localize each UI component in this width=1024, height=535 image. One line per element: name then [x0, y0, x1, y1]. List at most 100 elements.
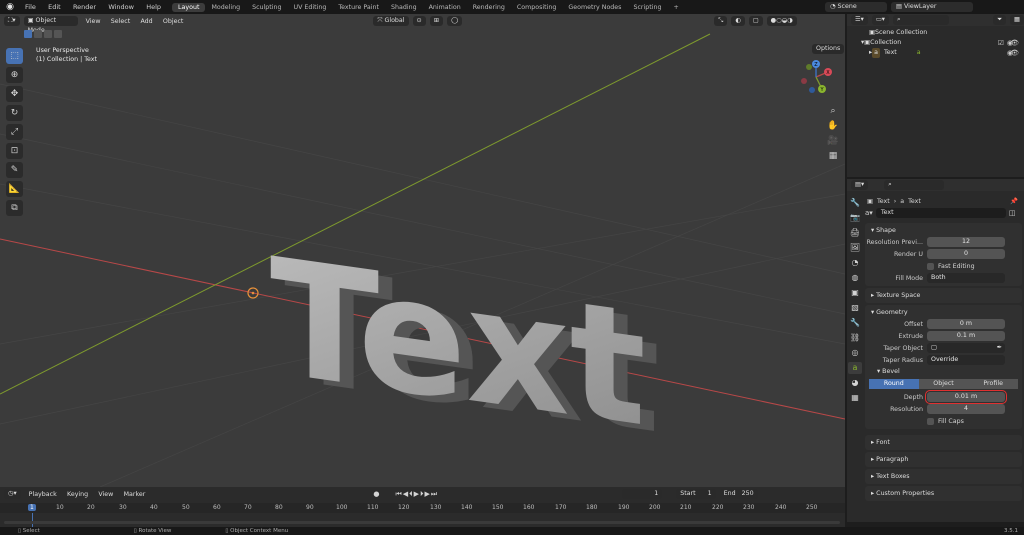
bevel-resolution-field[interactable]: 4 — [927, 404, 1005, 414]
visibility-eye-icon[interactable]: 👁 — [1010, 48, 1019, 58]
collection-tab-icon[interactable]: ▣ — [848, 287, 862, 299]
menu-help[interactable]: Help — [141, 3, 166, 11]
add-cube-icon[interactable]: ⧉ — [6, 200, 23, 216]
menu-add[interactable]: Add — [136, 18, 156, 25]
select-new-icon[interactable] — [24, 30, 32, 38]
outliner-collection[interactable]: ▾ ▣ Collection ☑ ◉ 👁 — [847, 38, 1024, 48]
pin-icon[interactable]: 📌 — [1010, 197, 1022, 205]
3d-viewport[interactable]: Text Text ⛶▾ ▣ Object Mode View Select A… — [0, 14, 845, 487]
scene-field[interactable]: ◔ Scene — [825, 2, 887, 12]
new-collection-icon[interactable]: ▦ — [1010, 15, 1024, 25]
menu-render[interactable]: Render — [68, 3, 101, 11]
start-frame-field[interactable]: Start 1 — [676, 489, 716, 499]
texture-space-panel[interactable]: ▸ Texture Space — [865, 288, 1022, 303]
options-dropdown[interactable]: Options — [812, 44, 845, 54]
menu-file[interactable]: File — [20, 3, 41, 11]
overlays-icon[interactable]: ◐ — [731, 15, 745, 26]
proportional-edit-icon[interactable]: ◯ — [447, 15, 463, 26]
menu-marker[interactable]: Marker — [120, 491, 150, 498]
blender-logo-icon[interactable]: ◉ — [4, 1, 16, 13]
checkbox-icon[interactable]: ☑ — [998, 38, 1004, 48]
end-frame-field[interactable]: End 250 — [719, 489, 758, 499]
bevel-profile-button[interactable]: Profile — [968, 379, 1019, 389]
tab-scripting[interactable]: Scripting — [627, 3, 667, 12]
bevel-round-button[interactable]: Round — [869, 379, 919, 389]
tab-shading[interactable]: Shading — [385, 3, 423, 12]
zoom-icon[interactable]: ⌕ — [826, 106, 840, 116]
tab-compositing[interactable]: Compositing — [511, 3, 562, 12]
material-tab-icon[interactable]: ◕ — [848, 377, 862, 389]
paragraph-panel[interactable]: ▸ Paragraph — [865, 452, 1022, 467]
camera-icon[interactable]: 🎥 — [826, 136, 840, 146]
outliner-search-icon[interactable]: ⌕ — [892, 15, 949, 25]
properties-type-icon[interactable]: ▤▾ — [851, 180, 869, 190]
playhead[interactable]: 1 — [28, 504, 36, 511]
outliner-text-object[interactable]: ▸ a Text a ◉ 👁 — [847, 48, 1024, 58]
depth-field[interactable]: 0.01 m — [925, 390, 1007, 404]
constraints-tab-icon[interactable]: ⛓ — [848, 332, 862, 344]
editor-type-icon[interactable]: ⛶▾ — [4, 15, 20, 26]
snap-icon[interactable]: ⊞ — [429, 15, 444, 26]
scene-tab-icon[interactable]: ◔ — [848, 257, 862, 269]
tab-texture-paint[interactable]: Texture Paint — [332, 3, 385, 12]
resolution-preview-field[interactable]: 12 — [927, 237, 1005, 247]
gizmo-toggle-icon[interactable]: ⤡ — [714, 15, 728, 26]
taper-object-field[interactable]: ▢ ✒ — [927, 343, 1005, 353]
font-panel[interactable]: ▸ Font — [865, 435, 1022, 450]
render-tab-icon[interactable]: 📷 — [848, 212, 862, 224]
xray-icon[interactable]: ▢ — [748, 15, 763, 26]
bevel-object-button[interactable]: Object — [918, 379, 969, 389]
texture-space-header[interactable]: ▸ Texture Space — [865, 290, 1022, 301]
gizmo-neg-y-icon[interactable] — [806, 64, 812, 70]
menu-select[interactable]: Select — [107, 18, 134, 25]
datablock-name-field[interactable]: Text — [875, 208, 1006, 218]
menu-window[interactable]: Window — [103, 3, 139, 11]
outliner-scene-collection[interactable]: ▣ Scene Collection — [847, 28, 1024, 38]
custom-properties-panel[interactable]: ▸ Custom Properties — [865, 486, 1022, 501]
physics-tab-icon[interactable]: ◎ — [848, 347, 862, 359]
bevel-subpanel-header[interactable]: ▾ Bevel — [865, 366, 1022, 377]
measure-icon[interactable]: 📐 — [6, 181, 23, 197]
select-extend-icon[interactable] — [34, 30, 42, 38]
tab-geometry-nodes[interactable]: Geometry Nodes — [562, 3, 627, 12]
render-u-field[interactable]: 0 — [927, 249, 1005, 259]
move-icon[interactable]: ✥ — [6, 86, 23, 102]
menu-playback[interactable]: Playback — [25, 491, 61, 498]
geometry-panel-header[interactable]: ▾ Geometry — [865, 307, 1022, 318]
select-invert-icon[interactable] — [54, 30, 62, 38]
view-layer-tab-icon[interactable]: 🖼 — [848, 242, 862, 254]
menu-view[interactable]: View — [82, 18, 105, 25]
outliner-funnel-icon[interactable]: ⏷ — [993, 15, 1007, 25]
add-workspace-icon[interactable]: + — [667, 3, 684, 12]
scale-icon[interactable]: ⤢ — [6, 124, 23, 140]
text-data-icon[interactable]: a — [897, 48, 921, 58]
extrude-field[interactable]: 0.1 m — [927, 331, 1005, 341]
fill-caps-checkbox[interactable] — [927, 417, 934, 425]
timeline-type-icon[interactable]: ◷▾ — [4, 489, 21, 499]
cursor-icon[interactable]: ⊕ — [6, 67, 23, 83]
world-tab-icon[interactable]: ◍ — [848, 272, 862, 284]
taper-radius-dropdown[interactable]: Override — [927, 355, 1005, 365]
eyedropper-icon[interactable]: ✒ — [997, 343, 1005, 353]
properties-search-icon[interactable]: ⌕ — [884, 180, 945, 190]
fast-editing-checkbox[interactable] — [927, 262, 934, 270]
tool-tab-icon[interactable]: 🔧 — [848, 197, 862, 209]
gizmo-neg-z-icon[interactable] — [809, 87, 815, 93]
datablock-type-icon[interactable]: a▾ — [865, 209, 873, 217]
shape-panel-header[interactable]: ▾ Shape — [865, 225, 1022, 236]
annotate-icon[interactable]: ✎ — [6, 162, 23, 178]
3d-text-object[interactable]: Text Text — [270, 224, 660, 470]
pivot-icon[interactable]: ⊙ — [412, 15, 426, 26]
outliner-filter-icon[interactable]: ▭▾ — [871, 15, 889, 25]
modifier-tab-icon[interactable]: 🔧 — [848, 317, 862, 329]
timeline-scrollbar[interactable] — [4, 521, 840, 524]
output-tab-icon[interactable]: 🖨 — [848, 227, 862, 239]
object-tab-icon[interactable]: ▧ — [848, 302, 862, 314]
orientation-dropdown[interactable]: ⤧ Global — [373, 15, 409, 26]
record-icon[interactable]: ● — [373, 490, 379, 498]
texture-tab-icon[interactable]: ▦ — [848, 392, 862, 404]
select-subtract-icon[interactable] — [44, 30, 52, 38]
navigation-gizmo[interactable]: X Y Z — [798, 59, 834, 95]
tab-modeling[interactable]: Modeling — [205, 3, 246, 12]
menu-keying[interactable]: Keying — [63, 491, 92, 498]
